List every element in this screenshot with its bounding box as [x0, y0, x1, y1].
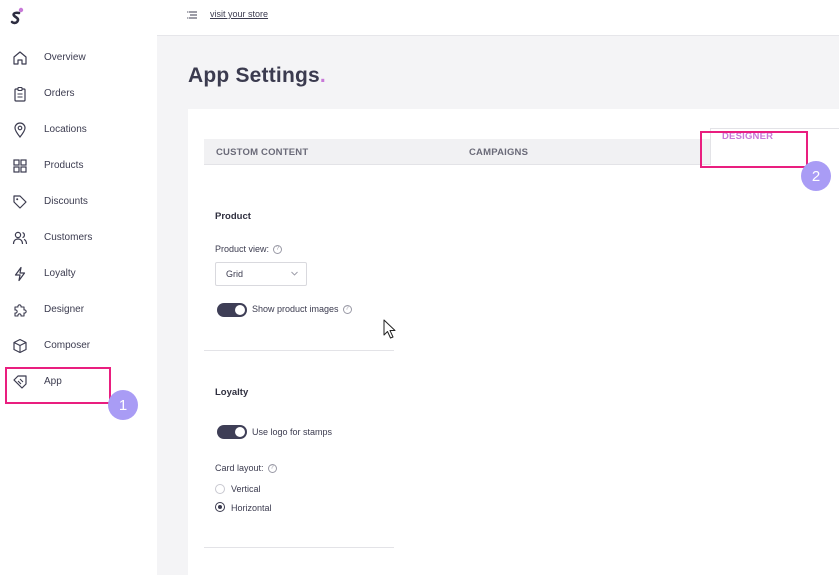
section-divider: [204, 350, 394, 351]
sidebar-item-label: Customers: [44, 232, 93, 243]
sidebar-item-customers[interactable]: Customers: [0, 224, 157, 252]
radio-vertical[interactable]: [215, 484, 225, 494]
highlight-box-designer: [700, 131, 808, 168]
sidebar-item-designer[interactable]: Designer: [0, 296, 157, 324]
help-icon[interactable]: ?: [267, 463, 277, 473]
sidebar-item-overview[interactable]: Overview: [0, 44, 157, 72]
product-view-label: Product view: ?: [215, 244, 283, 254]
radio-horizontal[interactable]: [215, 502, 225, 512]
sidebar-item-orders[interactable]: Orders: [0, 80, 157, 108]
sidebar-item-label: Loyalty: [44, 268, 76, 279]
sidebar-item-discounts[interactable]: Discounts: [0, 188, 157, 216]
sidebar-item-label: Composer: [44, 340, 91, 351]
location-pin-icon: [14, 122, 26, 138]
tab-campaigns[interactable]: CAMPAIGNS: [469, 139, 528, 165]
sidebar-item-loyalty[interactable]: Loyalty: [0, 260, 157, 288]
step-badge-1: 1: [108, 390, 138, 420]
home-icon: [13, 51, 27, 65]
step-badge-2: 2: [801, 161, 831, 191]
menu-icon[interactable]: [187, 11, 197, 19]
sidebar-item-label: Orders: [44, 88, 75, 99]
clipboard-icon: [14, 86, 26, 102]
tag-icon: [13, 195, 27, 209]
top-bar: visit your store: [157, 0, 839, 36]
lightning-icon: [14, 266, 26, 282]
tab-custom-content[interactable]: CUSTOM CONTENT: [216, 139, 308, 165]
sidebar-item-label: Discounts: [44, 196, 88, 207]
use-logo-for-stamps-toggle[interactable]: [217, 425, 247, 439]
card-layout-label-text: Card layout:: [215, 463, 264, 473]
show-product-images-text: Show product images: [252, 304, 339, 314]
box-icon: [13, 338, 27, 354]
sidebar-item-products[interactable]: Products: [0, 152, 157, 180]
help-icon[interactable]: ?: [342, 304, 352, 314]
title-accent-dot: .: [319, 64, 326, 87]
help-icon[interactable]: ?: [273, 244, 283, 254]
sidebar-item-label: Products: [44, 160, 84, 171]
loyalty-section-title: Loyalty: [215, 387, 249, 398]
settings-card: [188, 109, 839, 575]
sidebar-item-label: Designer: [44, 304, 85, 315]
section-divider: [204, 547, 394, 548]
radio-horizontal-label: Horizontal: [231, 503, 272, 513]
mouse-cursor-icon: [383, 319, 396, 339]
chevron-down-icon: [291, 271, 298, 276]
toggle-knob: [235, 427, 245, 437]
highlight-box-app: [5, 367, 111, 404]
product-view-select[interactable]: Grid: [215, 262, 307, 286]
users-icon: [12, 231, 28, 245]
sidebar-item-label: Locations: [44, 124, 87, 135]
toggle-knob: [235, 305, 245, 315]
product-section-title: Product: [215, 211, 251, 222]
brand-logo-icon[interactable]: [10, 7, 24, 25]
show-product-images-toggle[interactable]: [217, 303, 247, 317]
product-view-label-text: Product view:: [215, 244, 270, 254]
sidebar-item-label: Overview: [44, 52, 86, 63]
radio-vertical-label: Vertical: [231, 484, 261, 494]
page-title: App Settings.: [188, 64, 326, 88]
sidebar-item-locations[interactable]: Locations: [0, 116, 157, 144]
sidebar-item-composer[interactable]: Composer: [0, 332, 157, 360]
product-view-value: Grid: [226, 269, 244, 279]
card-layout-label: Card layout: ?: [215, 463, 277, 473]
show-product-images-label: Show product images ?: [252, 304, 352, 314]
grid-icon: [13, 159, 27, 173]
sidebar: Overview Orders Locations Products Disco…: [0, 0, 157, 575]
page-title-text: App Settings: [188, 64, 320, 87]
puzzle-icon: [14, 304, 27, 317]
use-logo-for-stamps-text: Use logo for stamps: [252, 427, 333, 437]
use-logo-for-stamps-label: Use logo for stamps: [252, 427, 332, 437]
visit-store-link[interactable]: visit your store: [210, 9, 268, 19]
